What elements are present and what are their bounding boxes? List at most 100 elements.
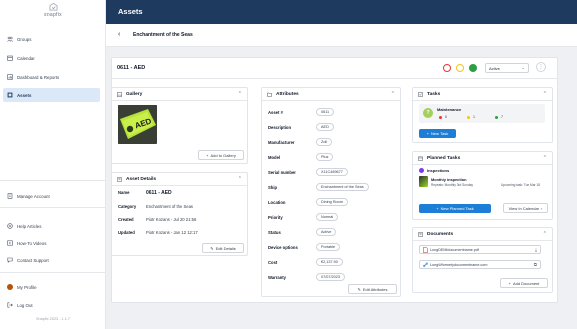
attribute-value: 07/07/2023 bbox=[316, 273, 346, 281]
attribute-row: Ship Enchantment of the Seas bbox=[268, 183, 408, 192]
chevron-up-icon[interactable]: ⌃ bbox=[238, 91, 242, 97]
attribute-key: Warranty bbox=[268, 275, 286, 280]
documents-header: Documents ⌃ bbox=[413, 228, 552, 241]
planned-tasks-panel: Planned Tasks ⌃ Inspections Monthly insp… bbox=[412, 151, 553, 220]
sidebar-item-label: How-To Videos bbox=[17, 240, 47, 246]
more-options-icon[interactable]: ⋮ bbox=[536, 62, 546, 72]
download-icon[interactable]: ⤓ bbox=[535, 247, 537, 252]
attribute-value: X11C489677 bbox=[316, 168, 348, 176]
wrench-icon: ? bbox=[423, 108, 433, 118]
new-planned-task-button[interactable]: + New Planned Task bbox=[419, 204, 491, 213]
edit-details-button[interactable]: ✎ Edit Details bbox=[202, 243, 244, 253]
details-value: Enchantment of the Seas bbox=[146, 204, 194, 209]
back-arrow-icon[interactable]: ‹ bbox=[118, 30, 126, 39]
sidebar: snapfix Groups Calendar Dashboard & Repo… bbox=[0, 0, 106, 329]
attribute-row: Serial number X11C489677 bbox=[268, 168, 408, 177]
status-green-dot[interactable] bbox=[469, 64, 477, 72]
planned-task-item[interactable]: Monthly inspection Repeats: Monthly 3rd … bbox=[419, 176, 549, 190]
attribute-row: Warranty 07/07/2023 bbox=[268, 273, 408, 282]
gallery-image[interactable]: AED bbox=[118, 105, 157, 144]
planned-task-thumbnail bbox=[419, 176, 428, 187]
sidebar-item-label: Calendar bbox=[17, 55, 35, 61]
edit-attributes-button[interactable]: ✎ Edit Attributes bbox=[348, 284, 397, 294]
breadcrumb-title: Enchantment of the Seas bbox=[133, 32, 193, 38]
external-link-icon[interactable]: ⧉ bbox=[534, 262, 537, 267]
status-select[interactable]: Active ⌄ bbox=[485, 63, 529, 73]
task-card-maintenance[interactable]: ? Maintenance 0 1 7 bbox=[419, 104, 545, 123]
sidebar-item-assets[interactable]: Assets bbox=[3, 88, 100, 102]
view-in-calendar-button[interactable]: View In Calendar › bbox=[503, 203, 548, 213]
link-icon bbox=[423, 262, 428, 268]
edit-details-label: Edit Details bbox=[215, 245, 236, 251]
gallery-title: Gallery bbox=[126, 92, 143, 97]
dashboard-icon bbox=[7, 74, 13, 80]
sidebar-item-how-to-videos[interactable]: How-To Videos bbox=[3, 236, 100, 250]
attribute-value: Portable bbox=[316, 243, 341, 251]
tasks-panel: Tasks ⌃ ? Maintenance 0 1 7 + New Task bbox=[412, 87, 553, 143]
brand-name: snapfix bbox=[44, 12, 62, 18]
attribute-row: Manufacturer Zoll bbox=[268, 138, 408, 147]
attribute-value: Dining Room bbox=[316, 198, 348, 206]
groups-icon bbox=[7, 36, 13, 42]
document-icon bbox=[418, 232, 423, 237]
sidebar-divider bbox=[0, 180, 106, 181]
app-version: Snapfix 2023 - 1.1.7 bbox=[36, 317, 70, 321]
status-yellow-dot[interactable] bbox=[456, 64, 464, 72]
document-icon bbox=[117, 177, 122, 182]
chevron-up-icon[interactable]: ⌃ bbox=[543, 155, 547, 161]
snapfix-logo-mark bbox=[49, 3, 57, 11]
sidebar-item-label: Contact Support bbox=[17, 257, 49, 263]
chevron-up-icon[interactable]: ⌃ bbox=[543, 91, 547, 97]
tasks-header: Tasks ⌃ bbox=[413, 88, 552, 101]
calendar-icon bbox=[418, 156, 423, 161]
chevron-up-icon[interactable]: ⌃ bbox=[543, 231, 547, 237]
document-item[interactable]: LongWformetydocumentname.com ⧉ bbox=[419, 260, 541, 269]
status-red-dot[interactable] bbox=[443, 64, 451, 72]
sidebar-item-calendar[interactable]: Calendar bbox=[3, 51, 100, 65]
sidebar-item-groups[interactable]: Groups bbox=[3, 32, 100, 46]
chevron-down-icon: ⌄ bbox=[521, 65, 525, 70]
attribute-value: Enchantment of the Seas bbox=[316, 183, 369, 191]
chevron-up-icon[interactable]: ⌃ bbox=[391, 91, 395, 97]
building-icon bbox=[7, 193, 13, 199]
avatar bbox=[7, 284, 13, 290]
details-key: Name bbox=[118, 190, 130, 195]
documents-panel: Documents ⌃ LongDEMIdocumentname.pdf ⤓ L… bbox=[412, 227, 553, 293]
new-task-button[interactable]: + New Task bbox=[419, 129, 456, 138]
details-key: Updated bbox=[118, 230, 135, 235]
assets-icon bbox=[7, 92, 13, 98]
attribute-value: AED bbox=[316, 123, 334, 131]
details-value: 0611 - AED bbox=[146, 190, 172, 196]
attribute-key: Device options bbox=[268, 245, 298, 250]
document-name: LongDEMIdocumentname.pdf bbox=[430, 248, 479, 252]
document-item[interactable]: LongDEMIdocumentname.pdf ⤓ bbox=[419, 245, 541, 254]
add-to-gallery-label: Add to Gallery bbox=[210, 152, 236, 158]
add-to-gallery-button[interactable]: + Add to Gallery bbox=[198, 150, 244, 160]
planned-task-title: Monthly inspection bbox=[431, 177, 467, 182]
sidebar-item-label: Log Out bbox=[17, 302, 33, 308]
calendar-icon bbox=[7, 55, 13, 61]
folder-icon bbox=[267, 92, 272, 97]
pdf-file-icon bbox=[423, 247, 428, 253]
edit-attributes-label: Edit Attributes bbox=[362, 286, 388, 292]
details-key: Category bbox=[118, 204, 137, 209]
add-document-button[interactable]: + Add Document bbox=[500, 278, 548, 288]
document-name: LongWformetydocumentname.com bbox=[430, 263, 488, 267]
planned-group: Inspections bbox=[419, 168, 449, 173]
snapfix-logo[interactable]: snapfix bbox=[0, 3, 106, 18]
attribute-row: Asset # 0611 bbox=[268, 108, 408, 117]
sidebar-item-log-out[interactable]: Log Out bbox=[3, 298, 100, 312]
sidebar-item-contact-support[interactable]: Contact Support bbox=[3, 253, 100, 267]
chevron-up-icon[interactable]: ⌃ bbox=[238, 176, 242, 182]
sidebar-item-my-profile[interactable]: My Profile bbox=[3, 280, 100, 294]
status-select-value: Active bbox=[489, 66, 500, 71]
sidebar-item-dashboard[interactable]: Dashboard & Reports bbox=[3, 70, 100, 84]
attribute-key: Cost bbox=[268, 260, 278, 265]
sidebar-item-manage-account[interactable]: Manage Account bbox=[3, 189, 100, 203]
attribute-key: Model bbox=[268, 155, 281, 160]
plus-icon: + bbox=[426, 131, 430, 136]
sidebar-divider bbox=[0, 207, 106, 208]
plus-icon: + bbox=[508, 280, 511, 286]
sidebar-item-help-articles[interactable]: Help Articles bbox=[3, 219, 100, 233]
asset-id: 0611 - AED bbox=[117, 65, 146, 71]
